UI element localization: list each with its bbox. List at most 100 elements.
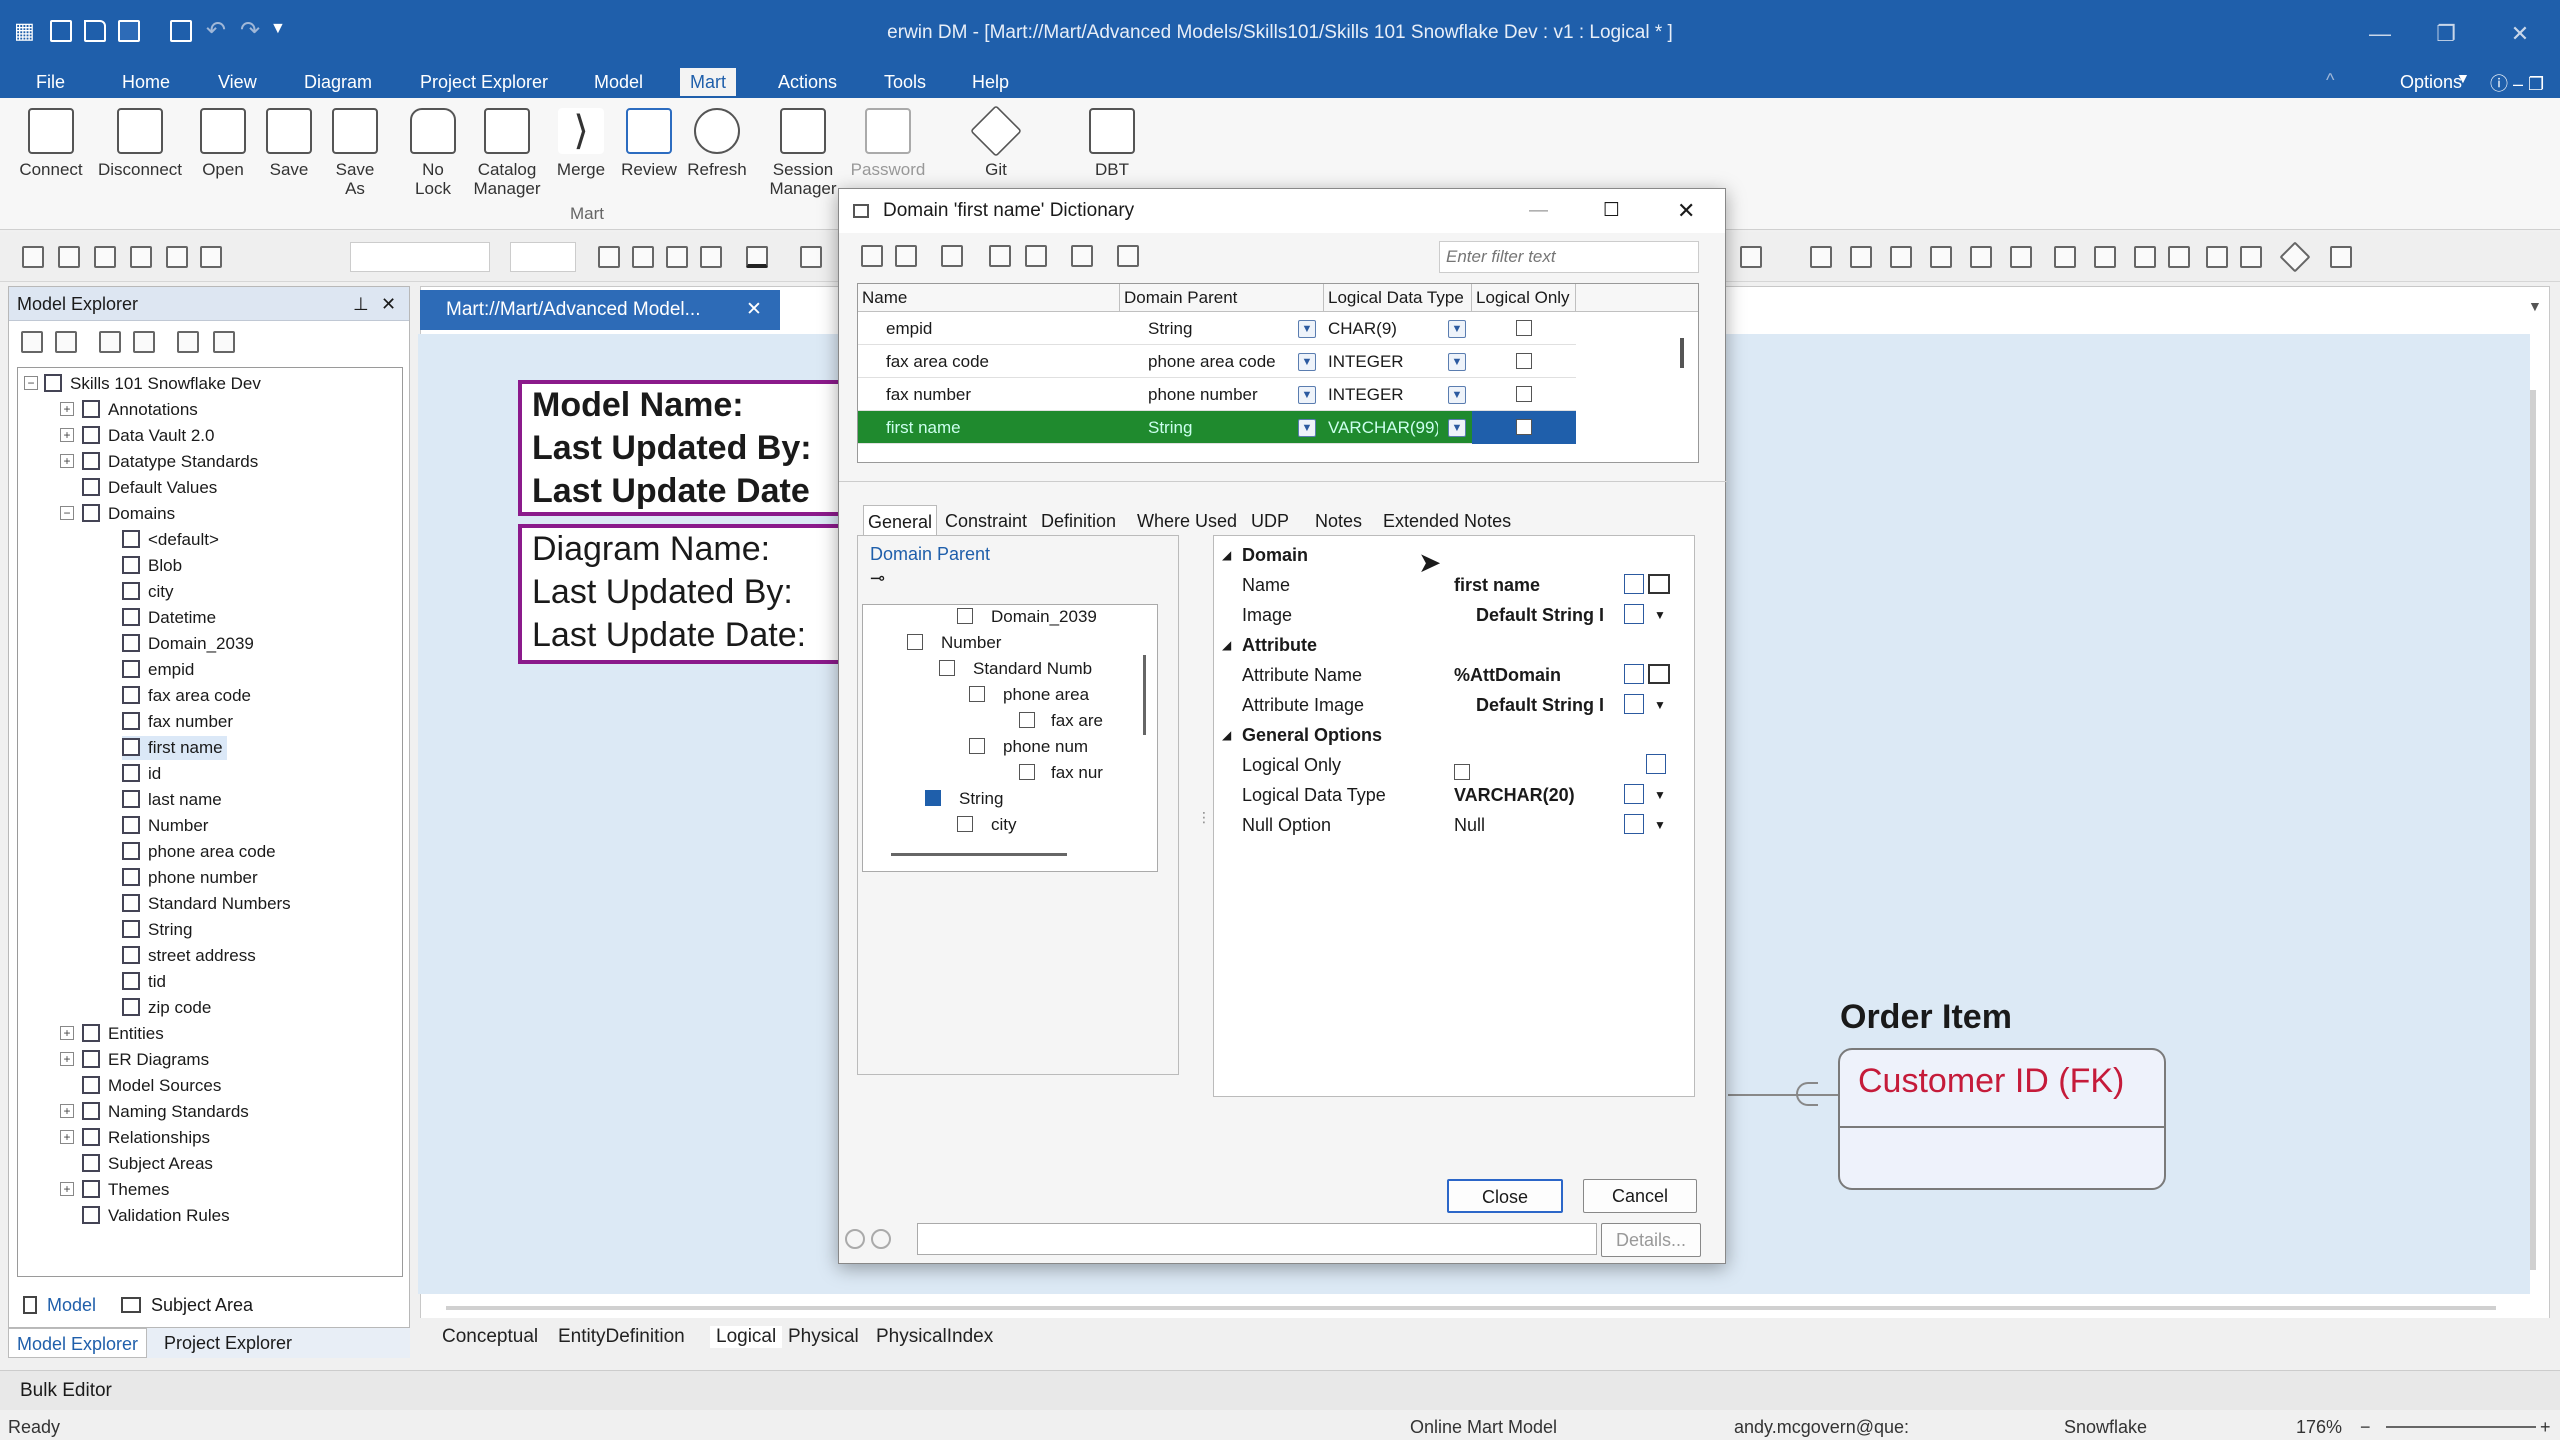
next-icon[interactable] [895,245,917,267]
checked-checkbox[interactable] [925,790,941,806]
chevron-down-icon[interactable]: ▼ [1298,419,1316,437]
chevron-down-icon[interactable]: ▼ [1448,386,1466,404]
sheet-physical[interactable]: Physical [788,1326,859,1348]
expand-icon[interactable]: + [60,1026,74,1040]
table-row[interactable]: fax number phone number ▼ INTEGER ▼ [858,378,1576,411]
logical-only-checkbox[interactable] [1516,386,1532,402]
sheet-physicalindex[interactable]: PhysicalIndex [876,1326,993,1348]
domain-item-selected[interactable]: first name [122,736,227,760]
password-button[interactable]: Password [846,108,930,179]
undo-icon[interactable] [845,1229,865,1249]
panel-splitter[interactable]: ⋮ [1197,809,1211,826]
column-logical-data-type[interactable]: Logical Data Type [1324,284,1472,312]
cancel-button[interactable]: Cancel [1583,1179,1697,1213]
logical-only-prop-checkbox[interactable] [1454,764,1470,780]
disconnect-button[interactable]: Disconnect [92,108,188,179]
tree-node-validation-rules[interactable]: Validation Rules [82,1204,230,1228]
session-icon[interactable] [2206,246,2228,268]
tree-node-subject-areas[interactable]: Subject Areas [82,1152,213,1176]
password-icon[interactable] [2240,246,2262,268]
tree-node-themes[interactable]: Themes [82,1178,169,1202]
tab-constraint[interactable]: Constraint [941,505,1031,537]
review-button[interactable]: Review [616,108,682,179]
domain-item[interactable]: tid [122,970,166,994]
category-domain[interactable]: ◢ Domain [1214,540,1694,570]
chevron-down-icon[interactable]: ▼ [1448,419,1466,437]
zoom-in-icon[interactable]: + [2540,1414,2551,1440]
menu-actions[interactable]: Actions [768,68,847,96]
prop-attribute-name[interactable]: Attribute Name %AttDomain [1214,660,1694,690]
strikethrough-icon[interactable] [700,246,722,268]
catalog-model-icon[interactable] [2054,246,2076,268]
tab-list-icon[interactable]: ▼ [2528,298,2542,314]
lock-mode-icon[interactable] [2010,246,2032,268]
collapse-icon[interactable]: − [24,376,38,390]
prop-logical-data-type[interactable]: Logical Data Type VARCHAR(20) ▼ [1214,780,1694,810]
chevron-down-icon[interactable]: ▼ [1448,353,1466,371]
merge-model-icon[interactable] [2094,246,2116,268]
back-icon[interactable] [21,331,43,353]
database-icon[interactable] [2330,246,2352,268]
inherit-icon[interactable] [1624,604,1644,624]
domain-item[interactable]: Standard Numbers [122,892,291,916]
inherit-icon[interactable] [1624,694,1644,714]
tree-node-naming-standards[interactable]: Naming Standards [82,1100,249,1124]
grid-icon[interactable] [22,246,44,268]
menu-model[interactable]: Model [584,68,653,96]
relationship-line[interactable] [1728,1094,1838,1096]
sort-icon[interactable] [941,245,963,267]
font-color-icon[interactable] [746,246,768,268]
tree-node-datatype-standards[interactable]: Datatype Standards [82,450,258,474]
logical-only-checkbox[interactable] [1516,353,1532,369]
column-domain-parent[interactable]: Domain Parent [1120,284,1324,312]
menu-help[interactable]: Help [962,68,1019,96]
prop-logical-only[interactable]: Logical Only [1214,750,1694,780]
logical-only-checkbox[interactable] [1516,419,1532,435]
expression-icon[interactable] [1648,574,1670,594]
tab-extended-notes[interactable]: Extended Notes [1379,505,1515,537]
options-dropdown-icon[interactable]: ▼ [2456,70,2470,86]
previous-icon[interactable] [861,245,883,267]
chevron-down-icon[interactable]: ▼ [1448,320,1466,338]
forward-icon[interactable] [55,331,77,353]
column-name[interactable]: Name [858,284,1120,312]
column-logical-only[interactable]: Logical Only [1472,284,1576,312]
domain-item[interactable]: last name [122,788,222,812]
menu-home[interactable]: Home [112,68,180,96]
filter-text-field[interactable] [1440,242,1698,272]
tab-notes[interactable]: Notes [1311,505,1366,537]
sheet-entitydefinition[interactable]: EntityDefinition [558,1326,685,1348]
hierarchy-icon[interactable]: ⊸ [870,568,885,589]
chevron-down-icon[interactable]: ▼ [1654,810,1666,840]
domain-item[interactable]: city [122,580,174,604]
edit-icon[interactable] [1624,814,1644,834]
domain-item[interactable]: phone area code [122,840,276,864]
sheet-conceptual[interactable]: Conceptual [442,1326,538,1348]
tree-node-entities[interactable]: Entities [82,1022,164,1046]
tag-icon[interactable] [1117,245,1139,267]
tree-node-default-values[interactable]: Default Values [82,476,217,500]
close-panel-icon[interactable]: ✕ [381,287,396,321]
parent-tree-item[interactable]: Number [907,631,1001,655]
edit-icon[interactable] [1624,574,1644,594]
expand-icon[interactable]: + [60,402,74,416]
open-model-icon[interactable] [1890,246,1912,268]
copy-icon[interactable] [1071,245,1093,267]
collapse-icon[interactable]: − [60,506,74,520]
merge-button[interactable]: ⟩ Merge [550,108,612,179]
expand-icon[interactable]: + [60,1052,74,1066]
chevron-down-icon[interactable]: ▼ [1654,600,1666,630]
annotation-icon[interactable] [200,246,222,268]
no-lock-button[interactable]: No Lock [404,108,462,198]
details-button[interactable]: Details... [1601,1223,1701,1257]
domain-item[interactable]: zip code [122,996,211,1020]
expand-icon[interactable]: + [60,1130,74,1144]
expand-icon[interactable]: + [60,454,74,468]
entity-order-item[interactable]: Customer ID (FK) [1838,1048,2166,1190]
dialog-close-icon[interactable]: ✕ [1677,189,1695,233]
document-tab[interactable]: Mart://Mart/Advanced Model... ✕ [420,290,780,330]
tree-node-data-vault[interactable]: Data Vault 2.0 [82,424,214,448]
find-icon[interactable] [99,331,121,353]
inherit-icon[interactable] [1624,784,1644,804]
restore-icon[interactable]: ❐ [2416,14,2476,54]
